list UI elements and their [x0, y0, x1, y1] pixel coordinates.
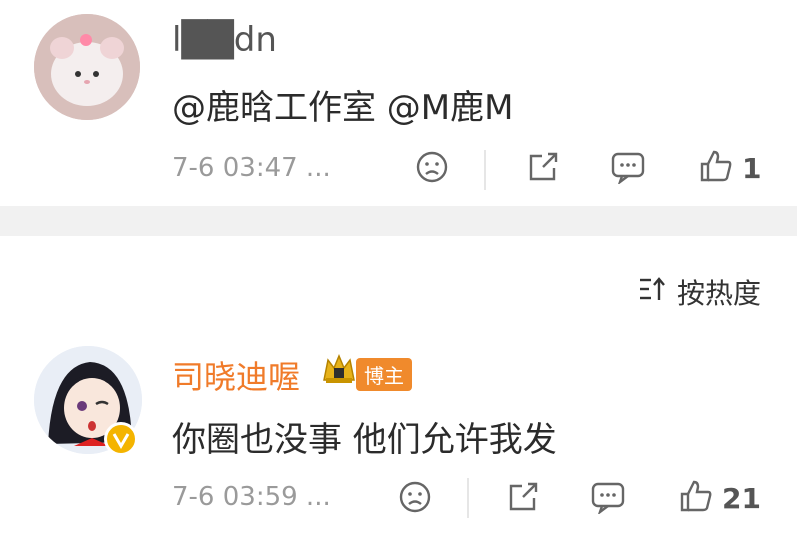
share-icon[interactable]	[506, 480, 540, 518]
username[interactable]: l██dn	[172, 20, 277, 60]
timestamp: 7-6 03:59 ...	[172, 482, 331, 512]
share-icon[interactable]	[526, 150, 560, 188]
thumbs-up-icon[interactable]	[678, 478, 714, 518]
like-action[interactable]: 1	[698, 148, 761, 188]
comment-item: l██dn @鹿晗工作室 @M鹿M 7-6 03:47 ... 1	[0, 0, 797, 206]
author-badge: 博主	[356, 358, 412, 391]
divider	[484, 150, 486, 190]
share-action[interactable]	[526, 150, 560, 188]
thumbs-up-icon[interactable]	[698, 148, 734, 188]
like-count: 1	[742, 151, 762, 185]
section-divider	[0, 206, 797, 236]
comment-icon[interactable]	[610, 150, 646, 188]
comment-actions	[398, 480, 432, 518]
comment-action[interactable]	[590, 480, 626, 518]
sad-face-icon[interactable]	[415, 150, 449, 188]
username[interactable]: 司晓迪喔	[172, 352, 300, 398]
like-count: 21	[722, 481, 761, 515]
timestamp: 7-6 03:47 ...	[172, 153, 331, 183]
comment-icon[interactable]	[590, 480, 626, 518]
avatar[interactable]	[34, 14, 140, 120]
crown-badge-icon	[320, 350, 358, 388]
comment-text-value: @鹿晗工作室 @M鹿M	[172, 88, 514, 128]
comment-text: 你圈也没事 他们允许我发	[172, 412, 557, 461]
comment-text: @鹿晗工作室 @M鹿M	[172, 80, 513, 129]
comment-action[interactable]	[610, 150, 646, 188]
hamster-avatar-image	[34, 14, 140, 120]
comment-actions	[415, 150, 449, 188]
sad-face-icon[interactable]	[398, 480, 432, 518]
comment-item: 司晓迪喔 博主 你圈也没事 他们允许我发 7-6 03:59 ... 21	[0, 236, 797, 534]
divider	[467, 478, 469, 518]
share-action[interactable]	[506, 480, 540, 518]
comment-text-value: 你圈也没事 他们允许我发	[172, 420, 557, 460]
like-action[interactable]: 21	[678, 478, 761, 518]
verified-badge-icon	[104, 422, 138, 456]
